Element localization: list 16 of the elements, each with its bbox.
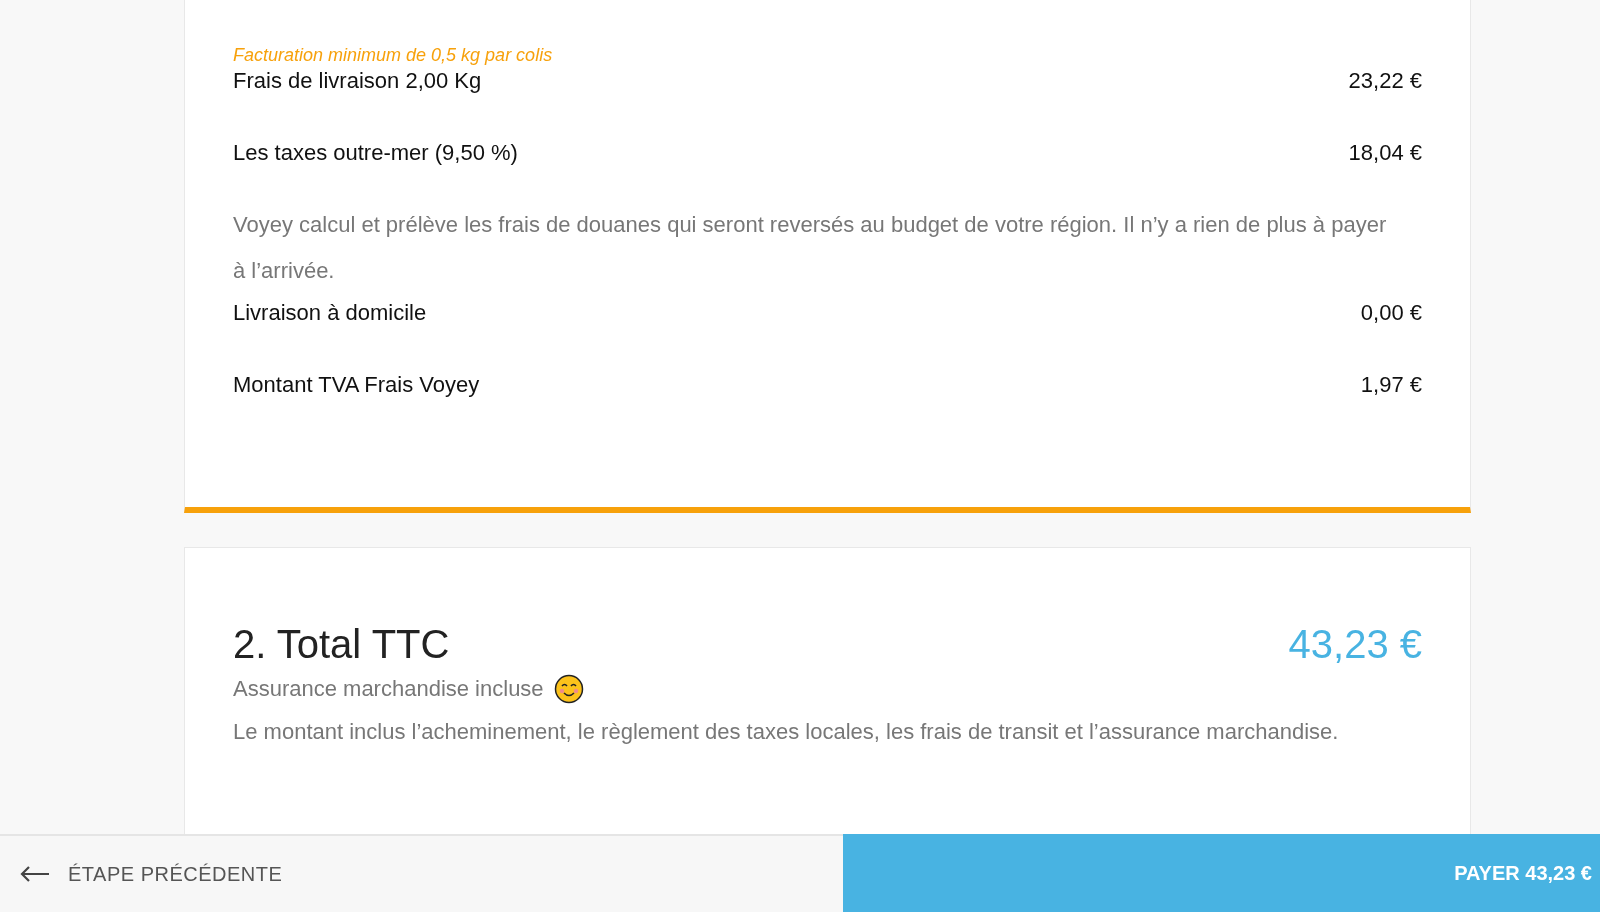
total-amount: 43,23 € [1288,621,1422,668]
charge-label: Livraison à domicile [233,299,427,327]
insurance-text: Assurance marchandise incluse [233,675,544,703]
total-title: 2. Total TTC [233,621,450,668]
charge-amount: 23,22 € [1348,67,1422,95]
charge-label: Frais de livraison 2,00 Kg [233,67,482,95]
smiley-icon [553,673,584,704]
charge-amount: 18,04 € [1348,139,1422,167]
charge-amount: 0,00 € [1360,299,1422,327]
charge-label: Les taxes outre-mer (9,50 %) [233,139,518,167]
arrow-left-icon [20,866,50,882]
note-text: Facturation minimum de 0,5 kg par colis [233,44,554,66]
total-description: Le montant inclus l’acheminement, le règlement des taxes locales, les frais de transit et l’assurance marchandise. [233,718,1340,746]
charge-label: Montant TVA Frais Voyey [233,371,480,399]
charge-amount: 1,97 € [1360,371,1422,399]
charge-description: Voyey calcul et prélève les frais de douanes qui seront reversés au budget de votre région. Il n’y a rien de plus à payer à l’arrivée. [233,211,1388,285]
